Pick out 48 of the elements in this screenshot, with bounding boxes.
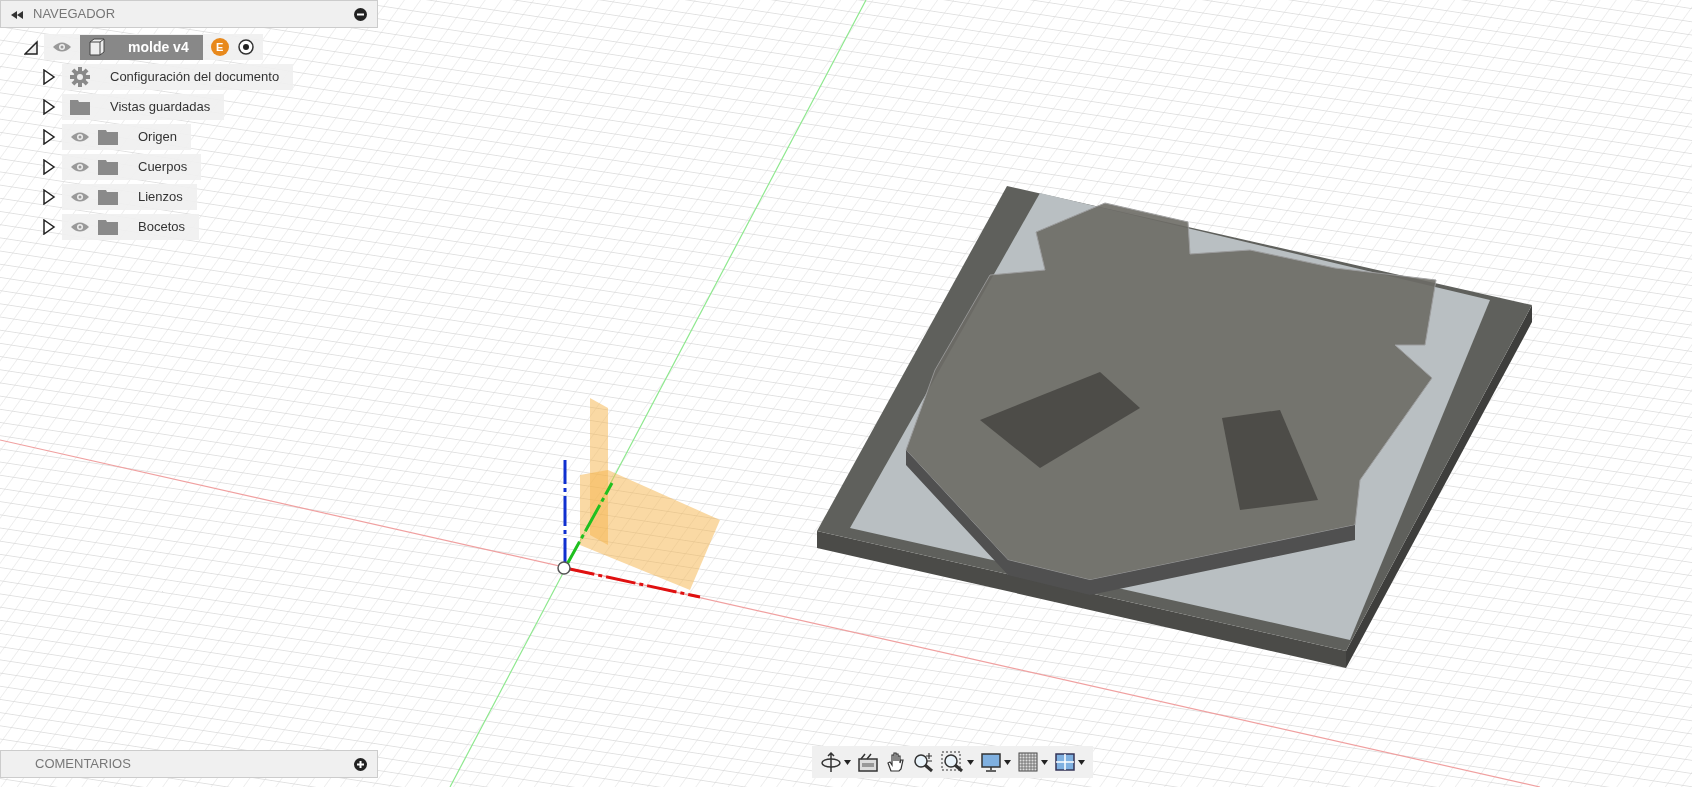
tree-item[interactable]: Origen [62,124,192,150]
folder-icon [98,219,118,235]
expand-arrow-icon[interactable] [42,189,56,205]
monitor-icon [980,751,1002,773]
folder-icon [70,99,90,115]
look-at-icon [857,751,879,773]
expand-arrow-icon[interactable] [42,219,56,235]
orbit-icon [820,751,842,773]
panel-title: NAVEGADOR [33,5,117,24]
gear-icon [70,67,90,87]
folder-icon [98,129,118,145]
edit-badge: E [210,38,229,56]
collapse-arrow-icon[interactable] [24,39,38,55]
zoom-icon [913,751,935,773]
activate-radio-icon[interactable] [236,38,255,56]
look-at-button[interactable] [857,751,879,773]
tree-item[interactable]: Cuerpos [62,154,202,180]
grid-icon [1017,751,1039,773]
panel-title: COMENTARIOS [34,755,132,774]
folder-icon [98,189,118,205]
tree-item[interactable]: Bocetos [62,214,199,240]
tree-item[interactable]: Configuración del documento [62,64,294,90]
component-icon [88,38,106,56]
grid-button[interactable] [1017,751,1048,773]
zoom-button[interactable] [913,751,935,773]
expand-arrow-icon[interactable] [42,129,56,145]
tree-item-label: Lienzos [137,188,184,207]
component-name: molde v4 [128,37,189,57]
tree-item-label: Bocetos [137,218,186,237]
orbit-button[interactable] [820,751,851,773]
tree-item[interactable]: Vistas guardadas [62,94,225,120]
viewports-button[interactable] [1054,751,1085,773]
expand-arrow-icon[interactable] [42,159,56,175]
tree-item[interactable]: molde v4 E [44,34,263,60]
tree-item-label: Vistas guardadas [109,98,212,117]
folder-icon [98,159,118,175]
monitor-button[interactable] [980,751,1011,773]
viewports-icon [1054,751,1076,773]
tree-item[interactable]: Lienzos [62,184,197,210]
expand-arrow-icon[interactable] [42,99,56,115]
expand-arrow-icon[interactable] [42,69,56,85]
hand-button[interactable] [885,751,907,773]
tree-item-label: Cuerpos [137,158,189,177]
tree-item-label: Origen [137,128,179,147]
tree-item-label: Configuración del documento [109,68,281,87]
zoom-window-button[interactable] [941,751,974,773]
hand-icon [885,751,907,773]
zoom-window-icon [941,751,965,773]
